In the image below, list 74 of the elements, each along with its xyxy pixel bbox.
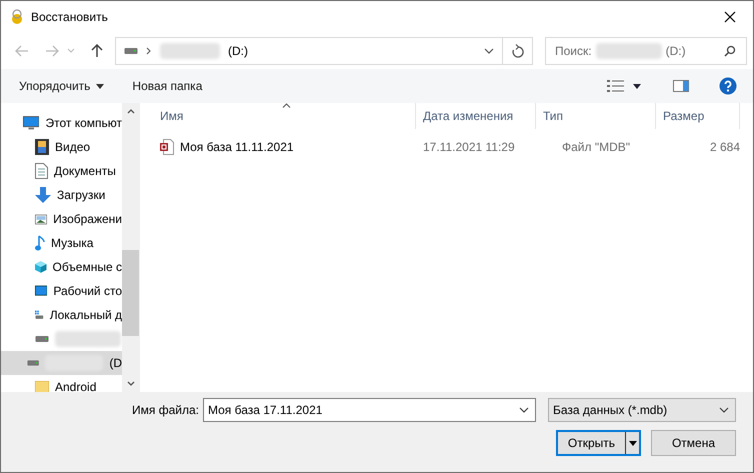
sidebar-label: Музыка [51,236,94,250]
search-placeholder: Поиск: [555,44,592,58]
search-placeholder: (D:) [666,44,686,58]
chevron-down-icon [518,407,529,413]
film-icon [35,139,49,155]
scrollbar[interactable] [122,103,139,392]
sidebar-label: Изображени [53,212,122,226]
document-icon [35,163,48,179]
chevron-down-icon [719,407,729,413]
view-list-icon [607,80,643,92]
image-icon [35,212,48,226]
new-folder-button[interactable]: Новая папка [122,75,212,97]
sidebar-item[interactable]: Видео [1,135,122,159]
sidebar-item[interactable]: Рабочий сто [1,279,122,303]
filename-label: Имя файла: [132,403,199,417]
search-icon [724,45,736,57]
sidebar-item[interactable]: (D [1,351,122,375]
sidebar-item[interactable]: Android [1,375,122,392]
sort-ascending-icon [282,103,291,108]
chevron-right-icon [146,47,152,55]
sidebar-label: (D [109,356,122,370]
address-text: (D:) [228,44,248,58]
filename-field[interactable]: Моя база 17.11.2021 [202,398,536,422]
sidebar-label: Документы [54,164,116,178]
sidebar-item[interactable]: Изображени [1,207,122,231]
refresh-icon [512,44,524,58]
column-header[interactable]: Дата изменения [416,103,536,129]
scroll-down-icon[interactable] [126,381,134,386]
desktop-icon [35,284,48,298]
window-title: Восстановить [31,10,108,24]
file-name: Моя база 11.11.2021 [180,140,294,154]
cube-icon [35,259,46,275]
drive-icon [35,335,49,343]
preview-pane-icon [673,80,689,92]
sidebar-label: Загрузки [57,188,106,202]
sidebar-item[interactable]: Документы [1,159,122,183]
close-icon [723,10,737,24]
database-file-icon [160,139,174,155]
file-row[interactable]: Моя база 11.11.2021 17.11.2021 11:29 Файл "MDB" 2 684 [140,135,753,159]
table-cell-text: 2 684 [708,139,740,156]
table-cell-text: 17.11.2021 11:29 [422,139,516,156]
help-icon [719,77,737,95]
filetype-dropdown[interactable]: База данных (*.mdb) [548,398,736,422]
column-header[interactable]: Имя [140,103,416,129]
sidebar-label: Android [55,380,96,392]
sidebar-label: Рабочий сто [53,284,122,298]
table-cell-text: Файл "MDB" [561,139,632,156]
sidebar-item[interactable]: Загрузки [1,183,122,207]
sidebar-item[interactable]: Музыка [1,231,122,255]
sidebar-item[interactable]: Локальный д [1,303,122,327]
sidebar-label: Объемные с [52,260,122,274]
caret-down-icon [628,440,636,446]
open-button[interactable]: Открыть [556,430,641,456]
chevron-down-icon[interactable] [484,48,494,54]
organize-button[interactable]: Упорядочить [9,75,114,97]
music-note-icon [35,235,45,251]
cancel-button[interactable]: Отмена [651,430,736,456]
up-arrow-icon[interactable] [91,44,103,58]
column-header[interactable]: Размер [656,103,740,129]
app-icon [9,9,25,25]
column-header[interactable]: Тип [536,103,656,129]
drive-icon [124,47,138,55]
address-field[interactable]: (D:) [115,37,533,65]
sidebar-item[interactable]: Объемные с [1,255,122,279]
drive-icon [27,359,40,367]
sidebar-label: Локальный д [50,308,122,322]
down-arrow-icon [35,187,51,203]
sidebar-label: Этот компьют [45,116,122,130]
sidebar-item[interactable]: Этот компьют [1,111,122,135]
sidebar-label: Видео [55,140,90,154]
scroll-up-icon[interactable] [126,109,134,114]
search-field[interactable]: Поиск: (D:) [545,37,747,65]
monitor-icon [23,115,40,131]
caret-down-icon [96,84,104,88]
